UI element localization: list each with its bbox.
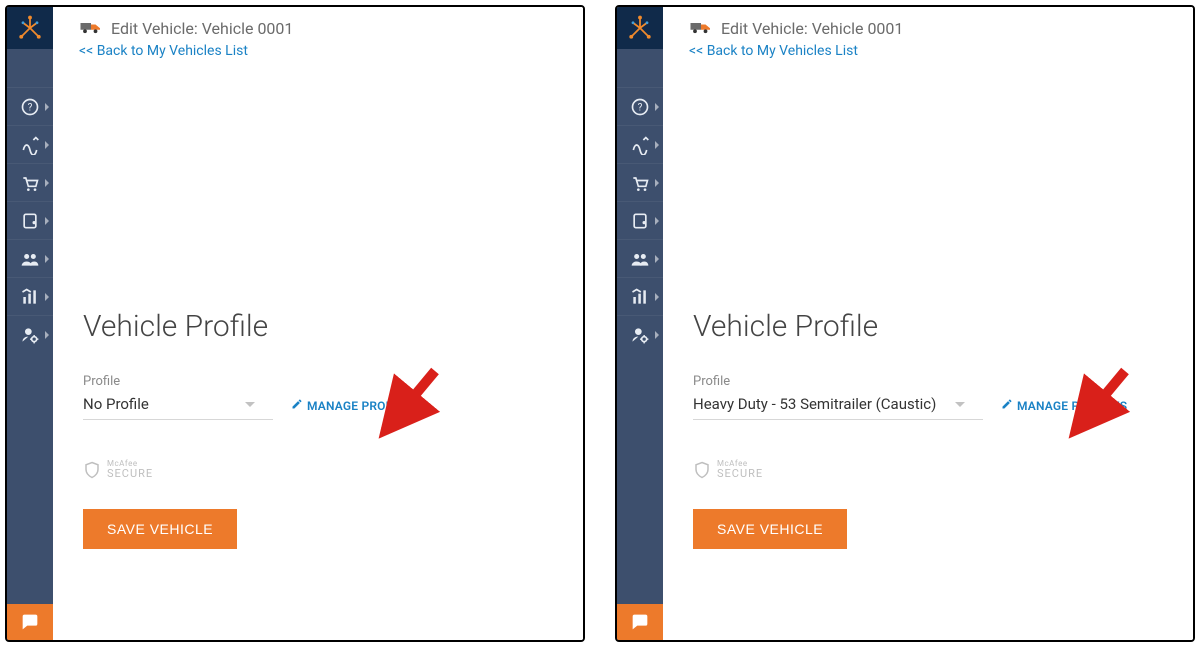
pencil-icon (291, 398, 303, 413)
back-link[interactable]: << Back to My Vehicles List (79, 43, 248, 59)
chevron-down-icon (245, 402, 255, 407)
svg-text:?: ? (28, 102, 33, 113)
mcafee-secure-badge: McAfeeSECURE (83, 460, 583, 479)
section-title: Vehicle Profile (693, 309, 1193, 344)
profile-select[interactable]: No Profile (83, 391, 273, 420)
nav-orders[interactable] (7, 163, 53, 201)
nav-team[interactable] (617, 239, 663, 277)
svg-text:?: ? (638, 102, 643, 113)
sidebar: ? (7, 7, 53, 640)
profile-select-value: No Profile (83, 395, 149, 413)
manage-profiles-link[interactable]: MANAGE PROFILES (291, 398, 417, 413)
panel-right: ? Edit Vehicle: Vehicle 0001 << Back to … (615, 5, 1195, 642)
app-logo[interactable] (7, 7, 53, 49)
back-link[interactable]: << Back to My Vehicles List (689, 43, 858, 59)
nav-user-settings[interactable] (7, 315, 53, 353)
chevron-down-icon (955, 402, 965, 407)
profile-select[interactable]: Heavy Duty - 53 Semitrailer (Caustic) (693, 391, 983, 420)
page-title: Edit Vehicle: Vehicle 0001 (721, 19, 903, 38)
nav-help[interactable]: ? (617, 87, 663, 125)
nav-analytics[interactable] (617, 277, 663, 315)
page-title-row: Edit Vehicle: Vehicle 0001 (689, 17, 1167, 39)
pencil-icon (1001, 398, 1013, 413)
chat-button[interactable] (7, 604, 53, 640)
nav-routes[interactable] (617, 125, 663, 163)
nav-user-settings[interactable] (617, 315, 663, 353)
mcafee-secure-badge: McAfeeSECURE (693, 460, 1193, 479)
nav-addressbook[interactable] (617, 201, 663, 239)
panel-left: ? Edit Vehicle: Vehicle 0001 << Back to … (5, 5, 585, 642)
save-vehicle-button[interactable]: SAVE VEHICLE (693, 509, 847, 549)
content-area: Edit Vehicle: Vehicle 0001 << Back to My… (663, 7, 1193, 640)
chat-button[interactable] (617, 604, 663, 640)
nav-orders[interactable] (617, 163, 663, 201)
sidebar: ? (617, 7, 663, 640)
page-title-row: Edit Vehicle: Vehicle 0001 (79, 17, 557, 39)
section-title: Vehicle Profile (83, 309, 583, 344)
nav-addressbook[interactable] (7, 201, 53, 239)
nav-routes[interactable] (7, 125, 53, 163)
content-area: Edit Vehicle: Vehicle 0001 << Back to My… (53, 7, 583, 640)
app-logo[interactable] (617, 7, 663, 49)
truck-icon (79, 17, 103, 39)
truck-icon (689, 17, 713, 39)
profile-field-label: Profile (83, 374, 583, 389)
nav-help[interactable]: ? (7, 87, 53, 125)
manage-profiles-link[interactable]: MANAGE PROFILES (1001, 398, 1127, 413)
nav-analytics[interactable] (7, 277, 53, 315)
profile-select-value: Heavy Duty - 53 Semitrailer (Caustic) (693, 395, 936, 413)
profile-field-label: Profile (693, 374, 1193, 389)
nav-team[interactable] (7, 239, 53, 277)
page-title: Edit Vehicle: Vehicle 0001 (111, 19, 293, 38)
save-vehicle-button[interactable]: SAVE VEHICLE (83, 509, 237, 549)
